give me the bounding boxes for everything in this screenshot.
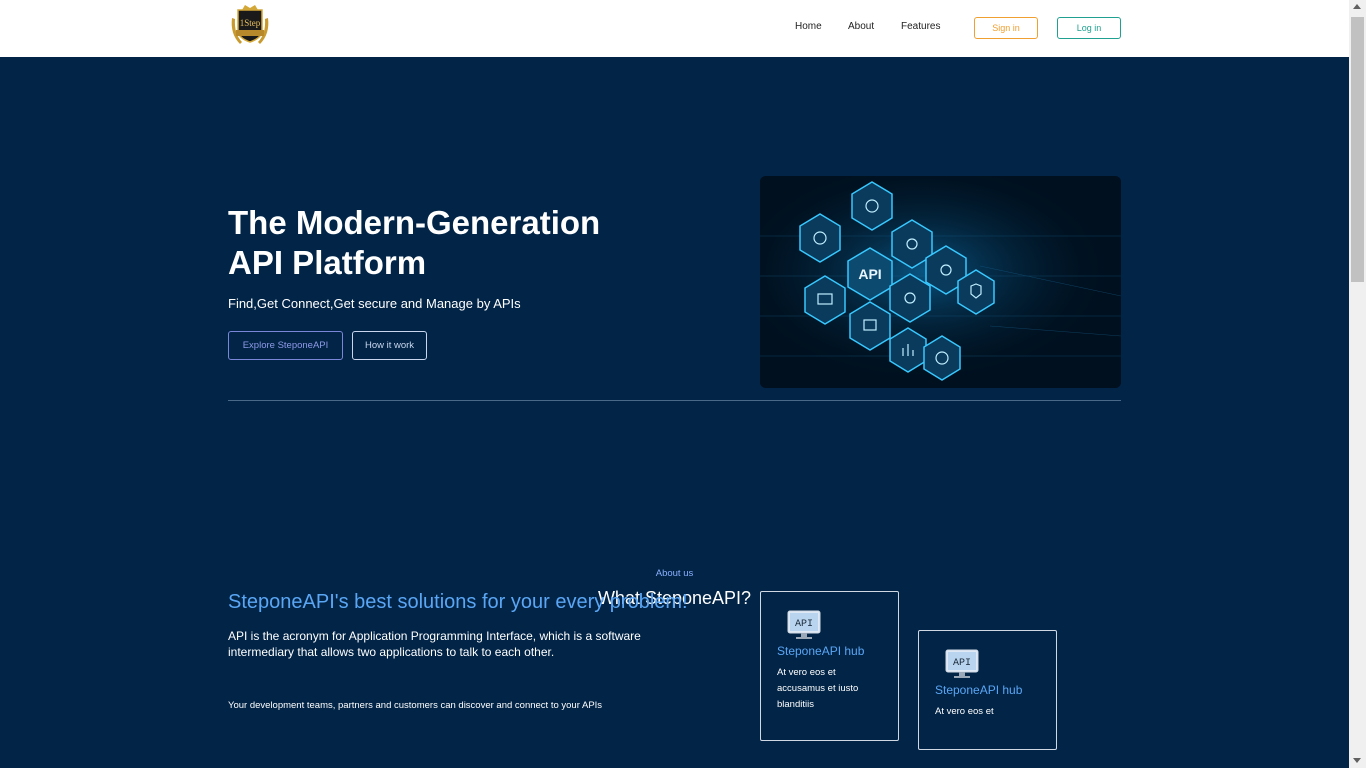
hero-image: API [760,176,1121,388]
scroll-up-arrow-icon[interactable] [1353,4,1361,9]
hero-subtitle: Find,Get Connect,Get secure and Manage b… [228,296,521,311]
nav-features[interactable]: Features [901,21,940,32]
feature-card[interactable]: API SteponeAPI hub At vero eos et accusa… [760,591,899,741]
api-monitor-icon: API [945,649,979,678]
card-text: At vero eos et accusamus et iusto blandi… [777,667,859,710]
about-paragraph: API is the acronym for Application Progr… [228,629,641,659]
login-button[interactable]: Log in [1057,17,1121,39]
card-icon-text: API [953,658,971,669]
api-center-label: API [858,266,881,282]
signin-button[interactable]: Sign in [974,17,1038,39]
logo-emblem[interactable]: 1Step [228,4,272,50]
card-text: At vero eos et [935,706,994,717]
card-icon-text: API [795,619,813,630]
main-section: The Modern-Generation API Platform Find,… [0,57,1349,768]
api-monitor-icon: API [787,610,821,639]
hero-title: The Modern-Generation API Platform [228,203,648,283]
about-paragraph-2: Your development teams, partners and cus… [228,700,603,711]
explore-button[interactable]: Explore SteponeAPI [228,331,343,360]
hero-title-line1: The Modern-Generation [228,204,601,241]
scroll-down-arrow-icon[interactable] [1353,758,1361,763]
how-it-works-button[interactable]: How it work [352,331,427,360]
solutions-heading: SteponeAPI's best solutions for your eve… [228,591,688,613]
about-kicker: About us [655,568,694,579]
card-title: SteponeAPI hub [935,683,1023,697]
card-title: SteponeAPI hub [777,644,865,658]
section-divider [228,400,1121,401]
scrollbar-thumb[interactable] [1351,17,1364,282]
hero-title-line2: API Platform [228,244,427,281]
logo-text: 1Step [240,18,261,28]
api-hexagon-illustration: API [760,176,1121,388]
nav-home[interactable]: Home [795,21,822,32]
feature-card[interactable]: API SteponeAPI hub At vero eos et [918,630,1057,750]
nav-about[interactable]: About [848,21,874,32]
site-header: 1Step Home About Features Sign in Log in [0,0,1349,57]
